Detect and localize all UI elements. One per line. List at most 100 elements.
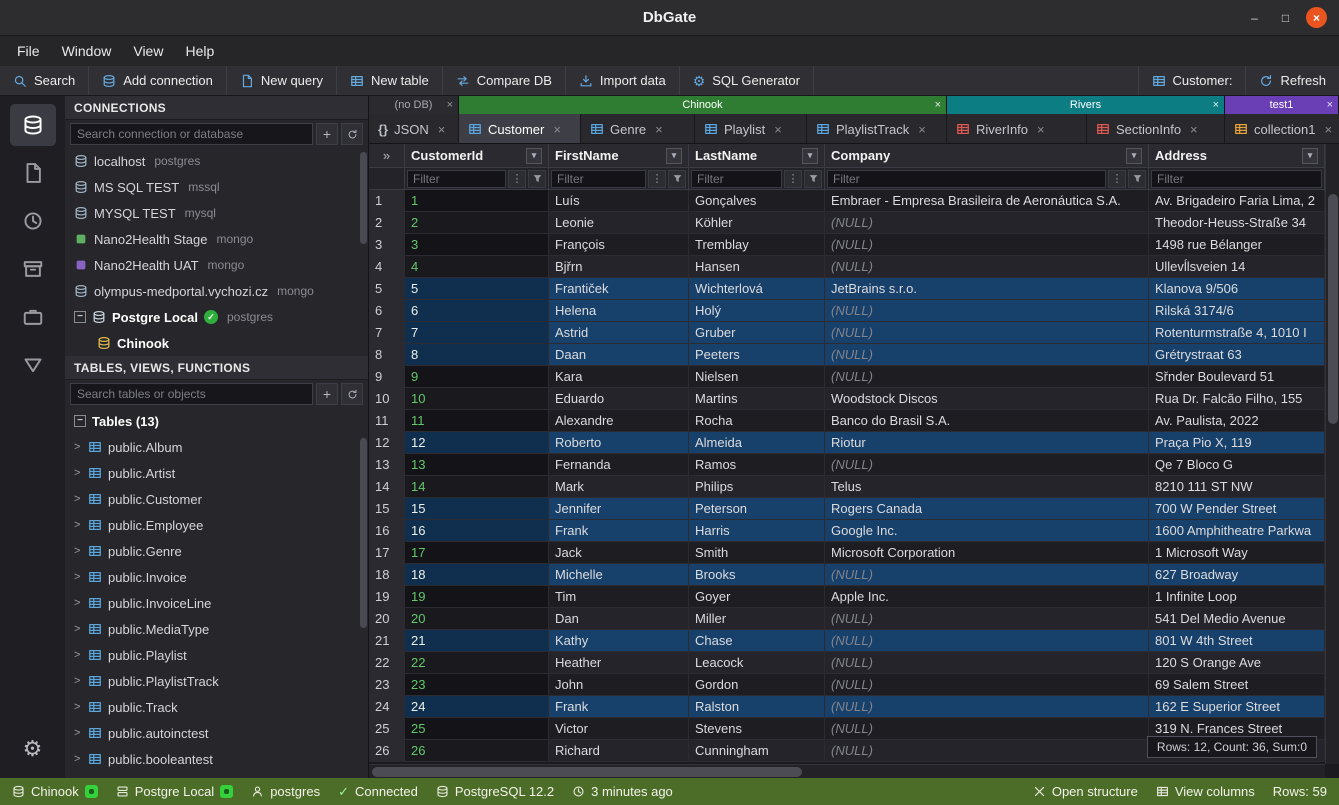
cell-address[interactable]: 1600 Amphitheatre Parkwa <box>1149 520 1325 541</box>
cell-company[interactable]: Embraer - Empresa Brasileira de Aeronáut… <box>825 190 1149 211</box>
cell-customerid[interactable]: 1 <box>405 190 549 211</box>
cell-lastname[interactable]: Goyer <box>689 586 825 607</box>
cell-lastname[interactable]: Ramos <box>689 454 825 475</box>
table-item-public-invoice[interactable]: >public.Invoice <box>65 564 368 590</box>
table-item-public-playlisttrack[interactable]: >public.PlaylistTrack <box>65 668 368 694</box>
cell-customerid[interactable]: 2 <box>405 212 549 233</box>
row-number[interactable]: 24 <box>369 696 405 717</box>
cell-address[interactable]: 120 S Orange Ave <box>1149 652 1325 673</box>
cell-customerid[interactable]: 9 <box>405 366 549 387</box>
table-row[interactable]: 44BjřrnHansen(NULL)Ullevĺlsveien 14 <box>369 256 1325 278</box>
row-number[interactable]: 18 <box>369 564 405 585</box>
cell-lastname[interactable]: Hansen <box>689 256 825 277</box>
close-group-icon[interactable]: × <box>935 99 941 111</box>
filter-menu-icon[interactable]: ⋮ <box>1108 170 1126 188</box>
cell-customerid[interactable]: 23 <box>405 674 549 695</box>
cell-firstname[interactable]: Richard <box>549 740 689 761</box>
tables-scrollbar[interactable] <box>360 438 367 628</box>
cell-firstname[interactable]: Victor <box>549 718 689 739</box>
cell-address[interactable]: 700 W Pender Street <box>1149 498 1325 519</box>
cell-customerid[interactable]: 18 <box>405 564 549 585</box>
row-number[interactable]: 19 <box>369 586 405 607</box>
cell-company[interactable]: Banco do Brasil S.A. <box>825 410 1149 431</box>
tab-sectioninfo[interactable]: SectionInfo× <box>1087 114 1225 144</box>
cell-firstname[interactable]: John <box>549 674 689 695</box>
toolbar-button-refresh[interactable]: Refresh <box>1245 66 1339 95</box>
maximize-button[interactable]: □ <box>1275 7 1296 28</box>
close-group-icon[interactable]: × <box>1327 99 1333 111</box>
cell-lastname[interactable]: Peterson <box>689 498 825 519</box>
cell-firstname[interactable]: Roberto <box>549 432 689 453</box>
cell-customerid[interactable]: 14 <box>405 476 549 497</box>
activity-archive-button[interactable] <box>10 248 56 290</box>
table-row[interactable]: 77AstridGruber(NULL)Rotenturmstraße 4, 1… <box>369 322 1325 344</box>
activity-cell-data-button[interactable] <box>10 344 56 386</box>
connection-item-postgre-local[interactable]: −Postgre Local✓postgres <box>65 304 368 330</box>
table-item-public-track[interactable]: >public.Track <box>65 694 368 720</box>
cell-company[interactable]: (NULL) <box>825 652 1149 673</box>
activity-history-button[interactable] <box>10 200 56 242</box>
cell-address[interactable]: Rilská 3174/6 <box>1149 300 1325 321</box>
close-tab-icon[interactable]: × <box>774 122 782 137</box>
close-tab-icon[interactable]: × <box>1324 122 1332 137</box>
column-dropdown-icon[interactable]: ▾ <box>526 148 542 164</box>
cell-lastname[interactable]: Gruber <box>689 322 825 343</box>
filter-menu-icon[interactable]: ⋮ <box>508 170 526 188</box>
filter-input-customerid[interactable] <box>407 170 506 188</box>
expand-chevron-icon[interactable]: > <box>74 623 82 635</box>
tab-group-no-db[interactable]: (no DB)× <box>369 96 459 114</box>
filter-funnel-icon[interactable] <box>668 170 686 188</box>
grid-vertical-scrollbar-thumb[interactable] <box>1328 194 1338 424</box>
toolbar-button-customer[interactable]: Customer: <box>1138 66 1246 95</box>
cell-company[interactable]: Apple Inc. <box>825 586 1149 607</box>
activity-settings-button[interactable]: ⚙ <box>10 728 56 770</box>
cell-firstname[interactable]: Frank <box>549 696 689 717</box>
table-item-public-autoinctest[interactable]: >public.autoinctest <box>65 720 368 746</box>
cell-firstname[interactable]: Astrid <box>549 322 689 343</box>
cell-company[interactable]: Woodstock Discos <box>825 388 1149 409</box>
row-number[interactable]: 17 <box>369 542 405 563</box>
filter-funnel-icon[interactable] <box>1128 170 1146 188</box>
close-button[interactable]: × <box>1306 7 1327 28</box>
cell-address[interactable]: Ullevĺlsveien 14 <box>1149 256 1325 277</box>
table-row[interactable]: 1414MarkPhilipsTelus8210 111 ST NW <box>369 476 1325 498</box>
row-number[interactable]: 22 <box>369 652 405 673</box>
cell-address[interactable]: Theodor-Heuss-Straße 34 <box>1149 212 1325 233</box>
cell-lastname[interactable]: Ralston <box>689 696 825 717</box>
row-number[interactable]: 26 <box>369 740 405 761</box>
cell-firstname[interactable]: Frank <box>549 520 689 541</box>
cell-firstname[interactable]: François <box>549 234 689 255</box>
toolbar-button-add-connection[interactable]: Add connection <box>89 66 227 95</box>
cell-company[interactable]: (NULL) <box>825 718 1149 739</box>
table-row[interactable]: 22LeonieKöhler(NULL)Theodor-Heuss-Straße… <box>369 212 1325 234</box>
connection-item-ms-sql-test[interactable]: MS SQL TESTmssql <box>65 174 368 200</box>
cell-address[interactable]: 801 W 4th Street <box>1149 630 1325 651</box>
filter-funnel-icon[interactable] <box>804 170 822 188</box>
cell-address[interactable]: Rua Dr. Falcão Filho, 155 <box>1149 388 1325 409</box>
close-tab-icon[interactable]: × <box>918 122 926 137</box>
row-number[interactable]: 7 <box>369 322 405 343</box>
activity-plugins-button[interactable] <box>10 296 56 338</box>
status-view-columns[interactable]: View columns <box>1156 784 1255 799</box>
cell-customerid[interactable]: 16 <box>405 520 549 541</box>
table-row[interactable]: 55FrantičekWichterlováJetBrains s.r.o.Kl… <box>369 278 1325 300</box>
close-tab-icon[interactable]: × <box>1190 122 1198 137</box>
cell-company[interactable]: Rogers Canada <box>825 498 1149 519</box>
collapse-icon[interactable]: − <box>74 311 86 323</box>
row-number[interactable]: 2 <box>369 212 405 233</box>
cell-customerid[interactable]: 24 <box>405 696 549 717</box>
toolbar-button-new-query[interactable]: New query <box>227 66 337 95</box>
row-number[interactable]: 9 <box>369 366 405 387</box>
cell-firstname[interactable]: Alexandre <box>549 410 689 431</box>
cell-firstname[interactable]: Eduardo <box>549 388 689 409</box>
cell-address[interactable]: Av. Paulista, 2022 <box>1149 410 1325 431</box>
table-row[interactable]: 1515JenniferPetersonRogers Canada700 W P… <box>369 498 1325 520</box>
cell-company[interactable]: (NULL) <box>825 256 1149 277</box>
cell-address[interactable]: Av. Brigadeiro Faria Lima, 2 <box>1149 190 1325 211</box>
cell-customerid[interactable]: 21 <box>405 630 549 651</box>
cell-customerid[interactable]: 26 <box>405 740 549 761</box>
grid-corner-button[interactable]: » <box>369 144 405 167</box>
close-tab-icon[interactable]: × <box>1037 122 1045 137</box>
table-item-public-mediatype[interactable]: >public.MediaType <box>65 616 368 642</box>
row-number[interactable]: 23 <box>369 674 405 695</box>
